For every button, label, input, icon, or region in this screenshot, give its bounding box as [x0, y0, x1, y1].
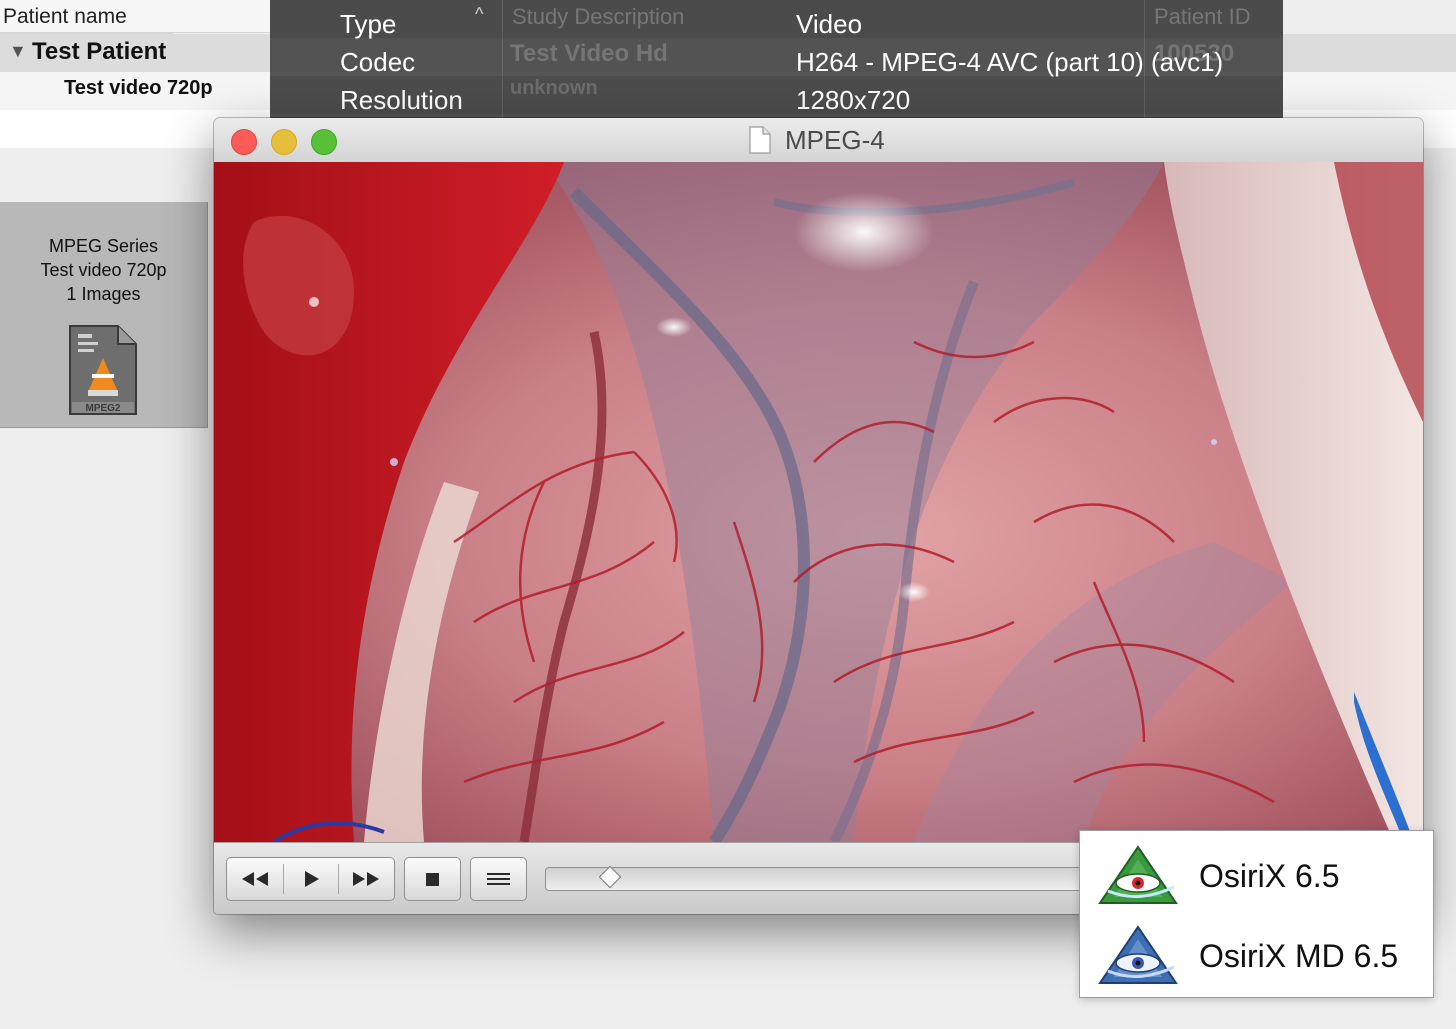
- hud-key-type: Type: [340, 9, 397, 39]
- series-name: Test video 720p: [40, 260, 167, 280]
- thumb-format-label: MPEG2: [85, 403, 120, 414]
- hud-band: [270, 0, 1283, 38]
- ghost-unknown-value: unknown: [510, 77, 598, 99]
- menu-item-label: OsiriX MD 6.5: [1199, 938, 1399, 974]
- hud-value-type: Video: [796, 9, 863, 39]
- column-header-patient-name[interactable]: Patient name: [0, 0, 270, 33]
- hud-key-codec: Codec: [340, 47, 416, 77]
- vlc-file-icon: MPEG2: [69, 325, 137, 415]
- ghost-study-description-value: Test Video Hd: [510, 40, 668, 67]
- series-thumbnail-tile[interactable]: MPEG Series Test video 720p 1 Images MPE…: [0, 202, 208, 428]
- play-icon: [305, 871, 319, 887]
- hud-divider: [502, 0, 503, 118]
- media-info-overlay: Study Description Patient ID Test Video …: [270, 0, 1283, 118]
- patient-name: Test Patient: [32, 38, 167, 65]
- close-window-button[interactable]: [231, 129, 257, 155]
- disclosure-triangle-icon[interactable]: ▼: [9, 41, 27, 62]
- transport-button-group: [226, 857, 395, 901]
- window-title: MPEG-4: [785, 125, 885, 155]
- window-titlebar[interactable]: MPEG-4: [214, 118, 1423, 163]
- playlist-button[interactable]: [470, 857, 527, 901]
- hud-key-resolution: Resolution: [340, 85, 463, 115]
- video-player-window: MPEG-4: [214, 118, 1423, 914]
- osirix-icon: [1098, 845, 1178, 904]
- open-with-menu: OsiriX 6.5 OsiriX MD 6.5: [1079, 830, 1434, 998]
- stop-button[interactable]: [404, 857, 461, 901]
- hud-value-codec: H264 - MPEG-4 AVC (part 10) (avc1): [796, 47, 1224, 77]
- ghost-patient-id-header: Patient ID: [1154, 4, 1251, 29]
- sort-chevron-icon: ^: [475, 4, 484, 24]
- fast-forward-button[interactable]: [339, 858, 394, 900]
- fast-forward-icon: [353, 872, 379, 886]
- menu-item-label: OsiriX 6.5: [1199, 858, 1340, 894]
- zoom-window-button[interactable]: [311, 129, 337, 155]
- play-button[interactable]: [283, 858, 338, 900]
- series-type: MPEG Series: [48, 236, 159, 256]
- study-name: Test video 720p: [64, 77, 213, 99]
- stop-icon: [426, 873, 439, 886]
- hud-value-resolution: 1280x720: [796, 85, 911, 115]
- menu-item-osirix[interactable]: OsiriX 6.5: [1080, 835, 1433, 915]
- document-icon: [749, 126, 771, 154]
- video-frame[interactable]: [214, 162, 1423, 842]
- series-image-count: 1 Images: [66, 284, 141, 304]
- playlist-icon: [487, 873, 510, 885]
- ghost-study-description-header: Study Description: [512, 4, 685, 29]
- menu-item-osirix-md[interactable]: OsiriX MD 6.5: [1080, 915, 1433, 995]
- rewind-icon: [242, 872, 268, 886]
- rewind-button[interactable]: [227, 858, 282, 900]
- osirix-md-icon: [1098, 925, 1178, 984]
- minimize-window-button[interactable]: [271, 129, 297, 155]
